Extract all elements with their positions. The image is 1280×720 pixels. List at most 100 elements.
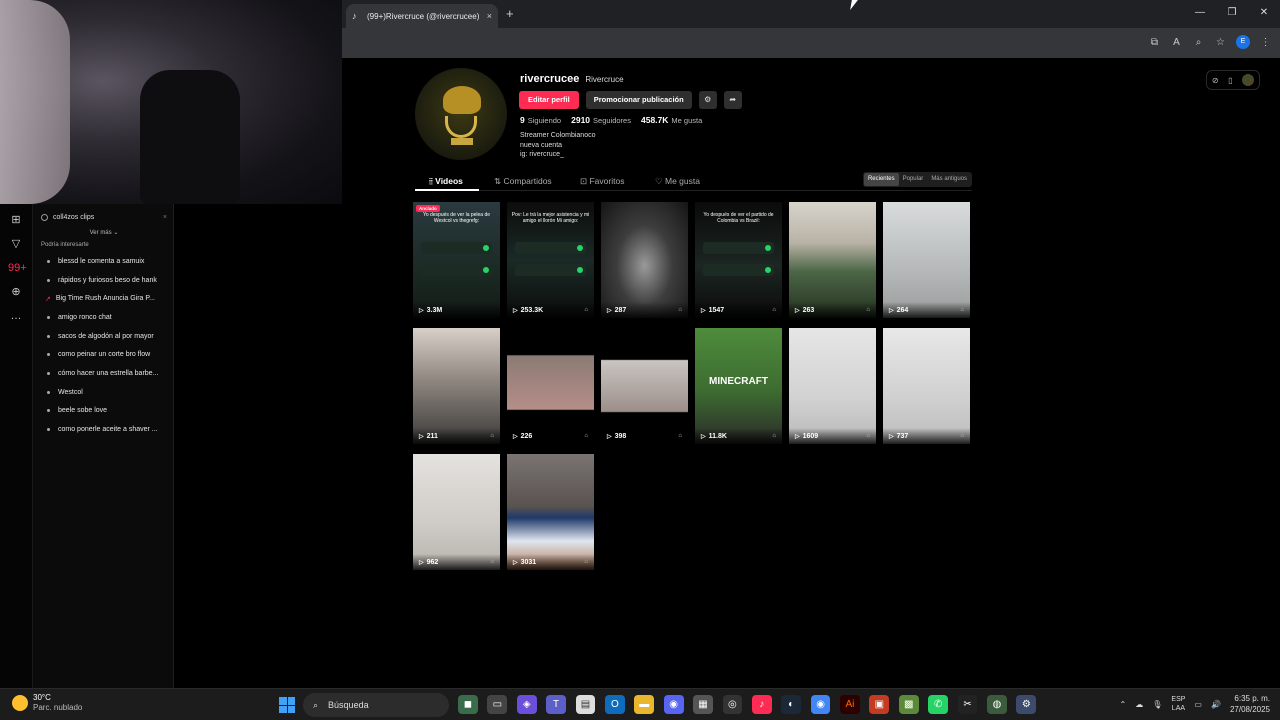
bookmark-star-icon[interactable]: ☆ [1214, 37, 1227, 48]
settings-app-icon[interactable]: ⚙ [1016, 695, 1037, 714]
illustrator-icon[interactable]: Ai [840, 695, 860, 714]
settings-gear-icon[interactable]: ⚙ [698, 91, 717, 109]
explore-icon[interactable]: ▽ [8, 236, 24, 252]
translate-icon[interactable]: A [1170, 37, 1183, 48]
outlook-icon[interactable]: O [604, 695, 625, 714]
video-card[interactable]: ▷ 264 ⌂ [883, 202, 970, 318]
panel-title[interactable]: coll4zos clips [53, 214, 94, 221]
file-explorer-icon[interactable]: ▬ [634, 695, 655, 714]
user-avatar-small[interactable] [1242, 74, 1255, 86]
minimize-button[interactable]: — [1184, 0, 1216, 28]
capcut-icon[interactable]: ✂ [957, 695, 978, 714]
document-icon[interactable]: ▤ [575, 695, 596, 714]
suggestion-item[interactable]: Westcol [41, 383, 167, 402]
menu-icon[interactable]: ⋮ [1259, 37, 1272, 48]
video-card[interactable]: ▷ 737 ⌂ [883, 328, 970, 444]
video-card[interactable]: Anclado Yo después de ver la pelea de Wes… [413, 202, 500, 318]
display-icon[interactable]: ▭ [1194, 700, 1202, 709]
profile-button[interactable]: E [1236, 35, 1250, 49]
start-button[interactable] [279, 697, 295, 713]
inbox-small-icon[interactable]: ▯ [1228, 76, 1232, 85]
weather-condition: Parc. nublado [33, 703, 83, 712]
suggestion-label: blessd le comenta a samuix [58, 257, 145, 265]
tab-videos[interactable]: ⦙⦙ Videos [429, 176, 463, 187]
tab-close-icon[interactable]: × [487, 11, 492, 21]
sort-popular[interactable]: Popular [899, 173, 928, 186]
upload-icon[interactable]: ⊕ [8, 284, 24, 300]
video-card[interactable]: Pov: Le trá la mejor asistencia y mi ami… [507, 202, 594, 318]
app-icon[interactable]: ▣ [869, 695, 890, 714]
tab-shared[interactable]: ⇅ Compartidos [494, 176, 552, 187]
tab-favorites[interactable]: ⊡ Favoritos [580, 176, 624, 187]
sort-oldest[interactable]: Más antiguos [927, 173, 971, 186]
widgets-icon[interactable]: ◼ [458, 695, 478, 714]
video-card[interactable]: ▷ 398 ⌂ [601, 328, 688, 444]
task-view-icon[interactable]: ▭ [487, 695, 508, 714]
suggestion-item[interactable]: rápidos y furiosos beso de hank [41, 271, 167, 290]
video-meta: ▷ 962 ⌂ [413, 554, 500, 570]
play-icon: ▷ [419, 433, 424, 440]
video-card[interactable]: ▷ 263 ⌂ [789, 202, 876, 318]
chrome-icon[interactable]: ◉ [810, 695, 831, 714]
share-icon[interactable]: ➦ [723, 91, 742, 109]
video-card[interactable]: ▷ 3031 ⌂ [507, 454, 594, 570]
see-more-button[interactable]: Ver más ⌄ [41, 229, 167, 236]
browser-tab[interactable]: ♪ (99+)Rivercruce (@rivercrucee) × [346, 4, 498, 28]
suggestion-item[interactable]: blessd le comenta a samuix [41, 252, 167, 271]
app-icon[interactable]: ◍ [987, 695, 1007, 714]
clock[interactable]: 6:35 p. m. 27/08/2025 [1230, 693, 1270, 715]
video-card[interactable]: ▷ 1609 ⌂ [789, 328, 876, 444]
tab-shared-label: Compartidos [503, 176, 552, 186]
new-tab-button[interactable]: + [506, 6, 514, 21]
suggestion-item[interactable]: sacos de algodón al por mayor [41, 327, 167, 346]
video-card[interactable]: ▷ 226 ⌂ [507, 328, 594, 444]
obs-icon[interactable]: ◎ [722, 695, 743, 714]
tiktok-app-icon[interactable]: ♪ [751, 695, 772, 714]
store-icon[interactable]: ▦ [693, 695, 713, 714]
inbox-icon[interactable]: 99+ [8, 260, 27, 276]
suggestion-item[interactable]: cómo hacer una estrella barbe... [41, 364, 167, 383]
promote-post-button[interactable]: Promocionar publicación [585, 91, 692, 109]
sort-recent[interactable]: Recientes [863, 173, 899, 186]
active-tab-underline [415, 189, 479, 191]
likes-count: 458.7K [640, 115, 669, 125]
following-count: 9 [520, 115, 525, 125]
video-card[interactable]: Yo después de ver el partido de Colombia… [695, 202, 782, 318]
close-icon[interactable]: × [163, 214, 167, 221]
suggestion-item[interactable]: beele sobe love [41, 402, 167, 421]
steam-icon[interactable]: ◐ [781, 695, 802, 714]
tab-liked[interactable]: ♡ Me gusta [655, 176, 700, 187]
video-card[interactable]: ▷ 211 ⌂ [413, 328, 500, 444]
video-card[interactable]: ▷ 962 ⌂ [413, 454, 500, 570]
edit-profile-button[interactable]: Editar perfil [519, 91, 579, 109]
following-label: Siguiendo [527, 116, 562, 125]
teams-icon[interactable]: T [546, 695, 566, 714]
restore-button[interactable]: ❐ [1216, 0, 1248, 28]
suggestion-item[interactable]: como ponerle aceite a shaver ... [41, 420, 167, 439]
profile-avatar[interactable] [415, 68, 507, 160]
suggestion-item[interactable]: como peinar un corte bro flow [41, 345, 167, 364]
video-card[interactable]: ▷ 287 ⌂ [601, 202, 688, 318]
following-stat[interactable]: 9 Siguiendo [520, 115, 561, 125]
install-app-icon[interactable]: ⧉ [1148, 37, 1161, 48]
zoom-icon[interactable]: ⌕ [1192, 37, 1205, 48]
copilot-icon[interactable]: ◈ [516, 695, 537, 714]
chevron-up-icon[interactable]: ⌃ [1120, 700, 1127, 709]
microphone-icon[interactable]: 🎙 [1152, 700, 1162, 709]
volume-icon[interactable]: 🔊 [1211, 700, 1221, 709]
close-window-button[interactable]: ✕ [1248, 0, 1280, 28]
minecraft-icon[interactable]: ▩ [898, 695, 919, 714]
video-card[interactable]: MINECRAFT ▷ 11.8K ⌂ [695, 328, 782, 444]
settings-icon[interactable]: ⊘ [1212, 76, 1219, 85]
more-icon[interactable]: … [8, 308, 24, 324]
suggestion-item[interactable]: ↗ Big Time Rush Anuncia Gira P... [41, 289, 167, 308]
taskbar-search[interactable]: ⌕ Búsqueda [303, 693, 449, 717]
home-icon[interactable]: ⊞ [8, 212, 24, 228]
whatsapp-icon[interactable]: ✆ [928, 695, 949, 714]
discord-icon[interactable]: ◉ [663, 695, 684, 714]
suggestion-item[interactable]: amigo ronco chat [41, 308, 167, 327]
network-icon[interactable]: ☁ [1135, 700, 1143, 709]
weather-widget[interactable]: 30°C Parc. nublado [12, 693, 82, 713]
language-indicator[interactable]: ESP LAA [1171, 695, 1185, 713]
followers-stat[interactable]: 2910 Seguidores [571, 115, 631, 125]
